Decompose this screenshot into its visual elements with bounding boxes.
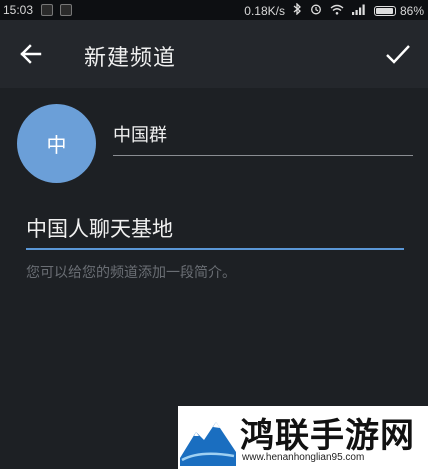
watermark-url: www.henanhonglian95.com xyxy=(242,452,365,463)
net-speed: 0.18K/s xyxy=(244,3,285,18)
arrow-left-icon xyxy=(20,44,42,64)
check-icon xyxy=(386,45,410,64)
channel-avatar[interactable]: 中 xyxy=(17,104,96,183)
notification-app-icon-2 xyxy=(60,4,73,16)
battery-icon xyxy=(373,5,396,16)
description-hint: 您可以给您的频道添加一段简介。 xyxy=(26,265,236,281)
status-time: 15:03 xyxy=(3,3,34,17)
status-right: 0.18K/s 86% xyxy=(236,2,424,18)
status-bar: 15:03 0.18K/s 86% xyxy=(0,0,428,20)
watermark-title: 鸿联手游网 xyxy=(240,416,415,456)
watermark-banner: 鸿联手游网 www.henanhonglian95.com xyxy=(178,406,428,469)
channel-description-input[interactable]: 中国人聊天基地 xyxy=(26,210,404,250)
page-title: 新建频道 xyxy=(84,46,177,71)
bluetooth-icon xyxy=(293,2,302,18)
channel-name-input[interactable]: 中国群 xyxy=(113,120,413,156)
mountain-logo-icon xyxy=(180,410,236,466)
wifi-icon xyxy=(330,4,344,18)
battery-level: 86% xyxy=(399,3,424,18)
status-left: 15:03 xyxy=(3,3,79,17)
notification-app-icon xyxy=(41,4,54,16)
done-button[interactable] xyxy=(380,36,416,72)
avatar-letter: 中 xyxy=(46,133,67,157)
alarm-icon xyxy=(310,3,322,18)
back-button[interactable] xyxy=(14,36,50,72)
signal-icon xyxy=(351,4,366,18)
toolbar: 新建频道 xyxy=(0,20,428,88)
